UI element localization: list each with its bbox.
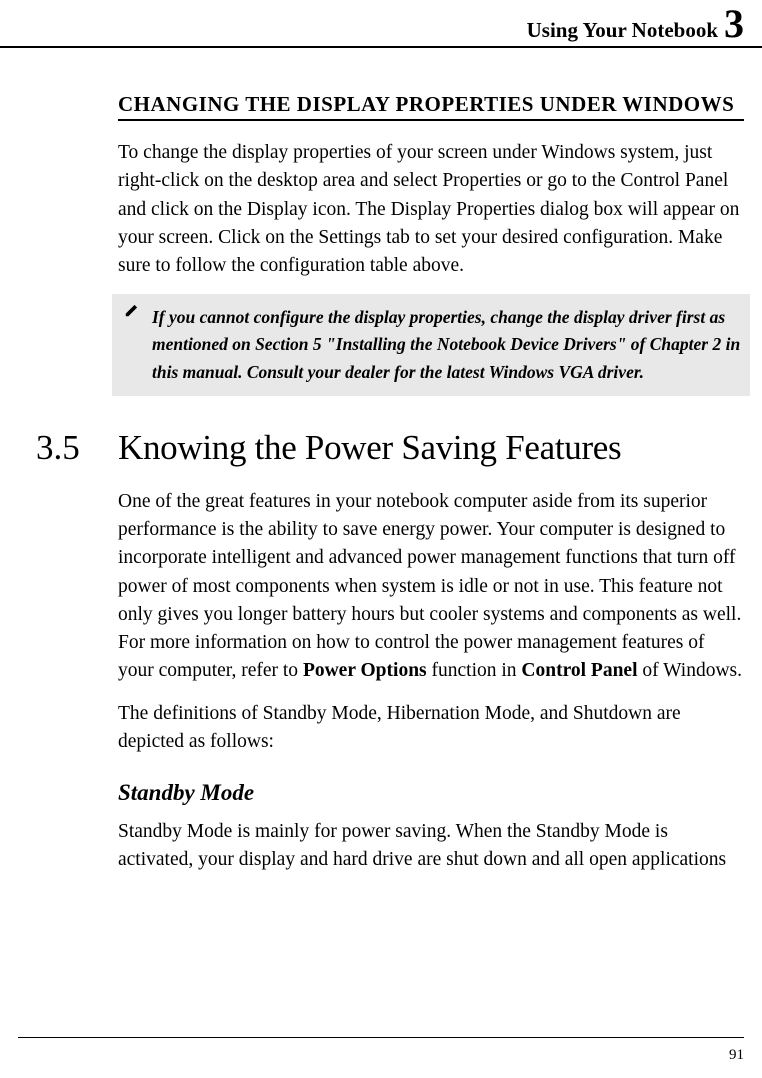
- section-heading-display-props: CHANGING THE DISPLAY PROPERTIES UNDER WI…: [118, 92, 744, 121]
- paragraph-power-saving-2: The definitions of Standby Mode, Hiberna…: [118, 700, 744, 757]
- paragraph-power-saving-1: One of the great features in your notebo…: [118, 488, 744, 686]
- major-section-row: 3.5 Knowing the Power Saving Features: [18, 428, 744, 468]
- text-fragment: One of the great features in your notebo…: [118, 491, 741, 682]
- text-fragment: function in: [427, 660, 522, 681]
- note-text: If you cannot configure the display prop…: [152, 304, 742, 385]
- chapter-number: 3: [724, 4, 744, 44]
- section-title: Knowing the Power Saving Features: [118, 428, 621, 468]
- section-number: 3.5: [18, 428, 118, 468]
- bold-power-options: Power Options: [303, 660, 427, 681]
- paragraph-display-props: To change the display properties of your…: [118, 139, 744, 280]
- page-number: 91: [729, 1047, 744, 1064]
- footer-rule: [18, 1037, 744, 1038]
- text-fragment: of Windows.: [638, 660, 742, 681]
- note-box: If you cannot configure the display prop…: [112, 294, 750, 395]
- pencil-note-icon: [124, 304, 138, 318]
- subheading-standby: Standby Mode: [118, 780, 744, 806]
- page-header: Using Your Notebook 3: [0, 0, 762, 48]
- bold-control-panel: Control Panel: [521, 660, 637, 681]
- paragraph-standby: Standby Mode is mainly for power saving.…: [118, 818, 744, 875]
- header-text: Using Your Notebook: [527, 18, 718, 43]
